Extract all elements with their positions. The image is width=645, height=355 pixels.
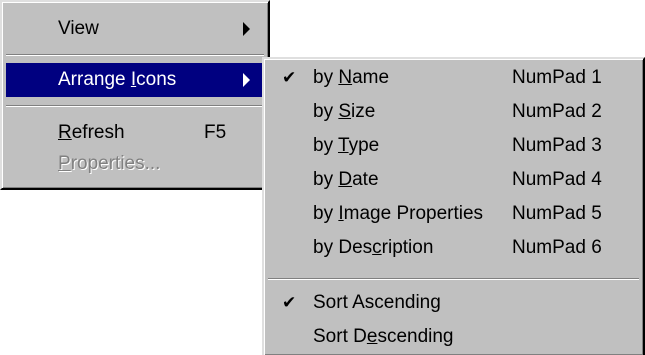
menu-item-by-date[interactable]: by Date NumPad 4 [268, 163, 639, 197]
menu-item-refresh[interactable]: Refresh F5 [6, 116, 264, 150]
menu-item-properties-label: Properties... [58, 153, 161, 174]
menu-item-sort-ascending-label: Sort Ascending [313, 292, 441, 313]
submenu-arrow-icon [243, 22, 250, 36]
menu-item-by-size-label: by Size [313, 101, 376, 122]
menu-separator [6, 54, 264, 56]
menu-item-view[interactable]: View [6, 12, 264, 46]
menu-item-shortcut: NumPad 5 [512, 203, 602, 224]
menu-item-arrange-icons-label: Arrange Icons [58, 69, 177, 90]
checkmark-icon: ✔ [282, 293, 297, 312]
menu-item-by-type-label: by Type [313, 135, 380, 156]
menu-separator [268, 278, 639, 280]
menu-item-by-size[interactable]: by Size NumPad 2 [268, 95, 639, 129]
menu-item-view-label: View [58, 18, 99, 39]
context-menu: View Arrange Icons Refresh F5 Properties… [0, 0, 270, 190]
checkmark-icon: ✔ [282, 68, 297, 87]
submenu-arrow-icon [243, 73, 250, 87]
menu-item-by-image-properties-label: by Image Properties [313, 203, 484, 224]
menu-item-sort-ascending[interactable]: ✔ Sort Ascending [268, 286, 639, 320]
menu-item-by-type[interactable]: by Type NumPad 3 [268, 129, 639, 163]
menu-item-shortcut: NumPad 6 [512, 237, 602, 258]
menu-item-by-description[interactable]: by Description NumPad 6 [268, 231, 639, 265]
menu-item-sort-descending-label: Sort Descending [313, 326, 454, 347]
menu-item-refresh-label: Refresh [58, 122, 125, 143]
menu-item-shortcut: NumPad 3 [512, 135, 602, 156]
menu-item-by-date-label: by Date [313, 169, 379, 190]
menu-item-by-image-properties[interactable]: by Image Properties NumPad 5 [268, 197, 639, 231]
menu-item-by-name[interactable]: ✔ by Name NumPad 1 [268, 61, 639, 95]
menu-separator [6, 105, 264, 107]
menu-item-properties: Properties... [6, 147, 264, 181]
menu-item-refresh-shortcut: F5 [204, 122, 227, 143]
arrange-icons-submenu: ✔ by Name NumPad 1 by Size NumPad 2 by T… [262, 57, 645, 355]
menu-item-sort-descending[interactable]: Sort Descending [268, 320, 639, 354]
menu-item-shortcut: NumPad 2 [512, 101, 602, 122]
menu-item-shortcut: NumPad 1 [512, 67, 602, 88]
menu-item-by-name-label: by Name [313, 67, 390, 88]
menu-item-shortcut: NumPad 4 [512, 169, 602, 190]
menu-item-by-description-label: by Description [313, 237, 434, 258]
menu-item-arrange-icons[interactable]: Arrange Icons [6, 63, 264, 97]
